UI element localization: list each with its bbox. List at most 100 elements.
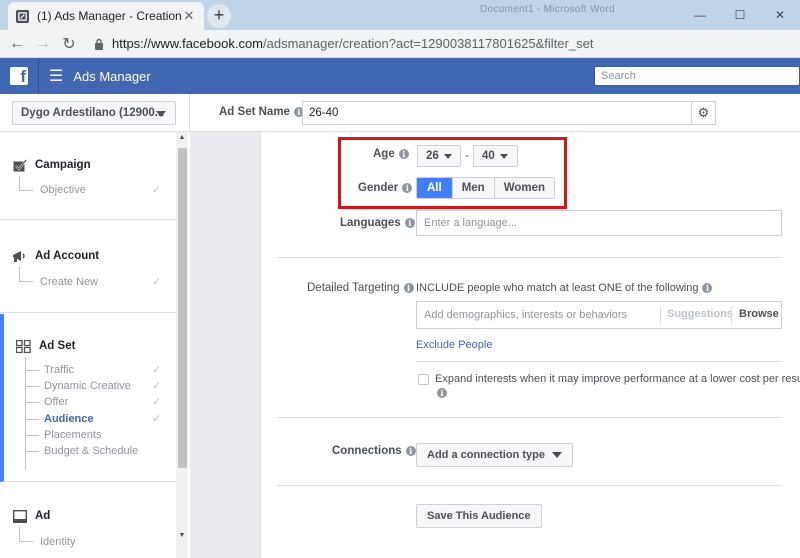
background-window-title: Document1 - Microsoft Word — [480, 4, 615, 15]
browser-tab[interactable]: (1) Ads Manager - Creation ✕ — [8, 2, 204, 30]
detailed-targeting-placeholder: Add demographics, interests or behaviors — [424, 309, 627, 321]
minimize-button[interactable]: — — [680, 0, 720, 30]
age-max-dropdown[interactable]: 40 — [473, 145, 518, 167]
gender-option-all[interactable]: All — [417, 178, 452, 198]
completed-check-icon: ✓ — [152, 396, 162, 408]
expand-interests-text: Expand interests when it may improve per… — [435, 373, 800, 385]
add-connection-type-dropdown[interactable]: Add a connection type — [416, 443, 573, 467]
age-max-value: 40 — [482, 150, 495, 162]
languages-label-text: Languages — [340, 217, 401, 229]
back-arrow-icon[interactable]: ← — [4, 35, 30, 53]
gender-option-men[interactable]: Men — [451, 178, 494, 198]
campaign-check-icon — [12, 158, 27, 172]
window-close-button[interactable]: ✕ — [760, 0, 800, 30]
info-icon[interactable]: i — [405, 446, 416, 456]
sidebar-scrollbar-thumb[interactable] — [178, 148, 187, 468]
sidebar-subitem-dynamic-creative[interactable]: Dynamic Creative — [44, 380, 131, 392]
info-icon[interactable]: i — [403, 283, 414, 293]
gear-icon[interactable]: ⚙ — [691, 102, 715, 124]
header-divider — [38, 58, 39, 94]
url-path: /adsmanager/creation?act=129003811780162… — [263, 36, 594, 51]
sidebar-subitem-placements[interactable]: Placements — [44, 429, 101, 441]
expand-interests-checkbox[interactable] — [418, 374, 429, 385]
sidebar-subitem-create-new[interactable]: Create New — [40, 276, 98, 288]
hamburger-menu-icon[interactable]: ☰ — [49, 66, 63, 86]
sidebar-item-ad-set[interactable]: Ad Set — [16, 339, 75, 353]
age-range-separator: - — [465, 148, 469, 162]
age-min-value: 26 — [426, 150, 439, 162]
sidebar-section-ad: Ad Identity — [0, 483, 176, 558]
detailed-targeting-label: Detailed Targeting i — [307, 282, 414, 294]
age-label: Age i — [373, 148, 409, 160]
ad-set-name-input[interactable]: 26-40 ⚙ — [302, 101, 716, 125]
tree-branch — [19, 190, 33, 191]
info-icon[interactable]: i — [437, 388, 447, 398]
sidebar-subitem-objective[interactable]: Objective — [40, 184, 86, 196]
reload-icon[interactable]: ↻ — [56, 34, 82, 54]
chevron-down-icon — [551, 452, 562, 458]
tab-close-icon[interactable]: ✕ — [182, 8, 196, 24]
gender-label: Gender i — [358, 182, 413, 194]
sidebar-item-campaign[interactable]: Campaign — [12, 158, 91, 172]
tree-branch — [25, 419, 39, 420]
save-audience-button[interactable]: Save This Audience — [416, 504, 542, 528]
sidebar-section-ad-set: Ad Set Traffic Dynamic Creative Offer Au… — [0, 314, 176, 482]
scroll-down-arrow-icon[interactable]: ▼ — [176, 532, 188, 539]
tree-line — [25, 357, 26, 470]
url-host: https://www.facebook.com — [112, 36, 264, 51]
tree-branch — [25, 435, 39, 436]
maximize-button[interactable]: ☐ — [720, 0, 760, 30]
gender-segmented-control: All Men Women — [416, 177, 556, 199]
ad-set-name-label-text: Ad Set Name — [219, 106, 290, 118]
facebook-logo-icon[interactable]: f — [10, 67, 28, 85]
include-instructions: INCLUDE people who match at least ONE of… — [416, 282, 713, 294]
sidebar-subitem-offer[interactable]: Offer — [44, 396, 68, 408]
info-icon[interactable]: i — [702, 283, 713, 293]
add-connection-type-label: Add a connection type — [427, 449, 545, 461]
connections-label: Connections i — [332, 445, 416, 457]
account-selector[interactable]: Dygo Ardestilano (12900... — [12, 101, 176, 125]
languages-input[interactable]: Enter a language... — [416, 210, 782, 236]
ad-set-name-label: Ad Set Name i — [219, 106, 304, 118]
section-divider — [277, 257, 782, 258]
suggestions-button[interactable]: Suggestions — [667, 308, 733, 320]
completed-check-icon: ✓ — [152, 364, 162, 376]
gender-option-women[interactable]: Women — [493, 178, 555, 198]
forward-arrow-icon[interactable]: → — [30, 35, 56, 53]
sidebar-item-ad[interactable]: Ad — [12, 509, 50, 523]
exclude-people-link[interactable]: Exclude People — [416, 339, 492, 351]
info-icon[interactable]: i — [402, 183, 413, 193]
sidebar-section-ad-account: Ad Account Create New ✓ — [0, 221, 176, 313]
chevron-down-icon — [156, 111, 166, 117]
age-min-dropdown[interactable]: 26 — [417, 145, 461, 167]
sidebar-item-ad-account[interactable]: Ad Account — [12, 249, 99, 263]
sidebar-subitem-audience[interactable]: Audience — [44, 413, 94, 425]
new-tab-button[interactable]: + — [207, 4, 231, 28]
sidebar-subitem-budget-schedule[interactable]: Budget & Schedule — [44, 445, 138, 457]
input-divider — [660, 306, 661, 324]
sidebar-item-ad-set-label: Ad Set — [39, 340, 76, 352]
gender-label-text: Gender — [358, 182, 399, 194]
chevron-down-icon — [443, 153, 452, 159]
tree-line — [19, 267, 20, 281]
url-field[interactable]: https://www.facebook.com/adsmanager/crea… — [112, 36, 593, 51]
connections-label-text: Connections — [332, 445, 402, 457]
info-icon[interactable]: i — [404, 218, 415, 228]
account-name: Dygo Ardestilano (12900... — [21, 107, 165, 119]
sidebar-subitem-traffic[interactable]: Traffic — [44, 364, 74, 376]
sidebar-subitem-identity[interactable]: Identity — [40, 536, 75, 548]
lock-icon[interactable] — [92, 37, 106, 51]
tree-line — [19, 176, 20, 190]
search-input[interactable]: Search — [594, 66, 800, 86]
subbar-divider — [189, 94, 190, 132]
completed-check-icon: ✓ — [152, 413, 162, 425]
include-instructions-text: INCLUDE people who match at least ONE of… — [416, 282, 699, 294]
scroll-up-arrow-icon[interactable]: ▲ — [176, 134, 188, 141]
age-label-text: Age — [373, 148, 395, 160]
browser-tab-strip: (1) Ads Manager - Creation ✕ + Document1… — [0, 0, 800, 30]
detailed-targeting-label-text: Detailed Targeting — [307, 282, 400, 294]
browse-button[interactable]: Browse — [739, 308, 779, 320]
info-icon[interactable]: i — [398, 149, 409, 159]
tree-branch — [25, 386, 39, 387]
ad-set-name-value: 26-40 — [309, 107, 339, 119]
